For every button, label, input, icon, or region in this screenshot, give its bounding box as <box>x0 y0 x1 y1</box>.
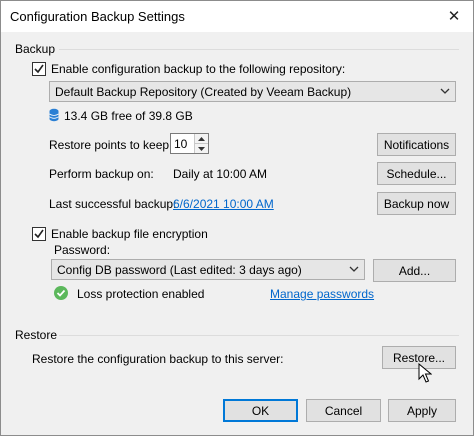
last-backup-label: Last successful backup: <box>49 197 177 211</box>
restore-points-value: 10 <box>174 137 188 151</box>
checkmark-icon <box>34 229 44 239</box>
configuration-backup-dialog: Configuration Backup Settings ✕ Backup E… <box>0 0 474 436</box>
spin-down-icon <box>198 146 205 151</box>
restore-group-divider <box>59 335 459 336</box>
stepper-buttons <box>194 134 208 153</box>
dropdown-arrow-icon <box>440 88 450 94</box>
enable-encryption-label: Enable backup file encryption <box>51 227 208 241</box>
cancel-button[interactable]: Cancel <box>306 399 381 422</box>
repository-selected: Default Backup Repository (Created by Ve… <box>55 85 352 99</box>
backup-now-button[interactable]: Backup now <box>377 192 456 215</box>
restore-points-stepper[interactable]: 10 <box>170 133 209 154</box>
schedule-button[interactable]: Schedule... <box>377 162 456 185</box>
apply-button[interactable]: Apply <box>388 399 456 422</box>
manage-passwords-link[interactable]: Manage passwords <box>270 287 374 301</box>
password-label: Password: <box>54 243 111 257</box>
last-backup-link[interactable]: 6/6/2021 10:00 AM <box>173 197 274 211</box>
window-title: Configuration Backup Settings <box>10 9 185 24</box>
restore-points-label: Restore points to keep: <box>49 138 173 152</box>
success-check-icon <box>54 286 68 300</box>
mouse-cursor-icon <box>418 363 432 383</box>
backup-section-label: Backup <box>15 42 56 56</box>
checkmark-icon <box>34 64 44 74</box>
spin-down-button[interactable] <box>195 144 208 153</box>
spin-up-icon <box>198 136 205 141</box>
add-password-button[interactable]: Add... <box>373 259 456 282</box>
loss-protection-text: Loss protection enabled <box>77 287 205 301</box>
restore-section-label: Restore <box>15 328 58 342</box>
perform-backup-label: Perform backup on: <box>49 167 154 181</box>
close-button[interactable]: ✕ <box>441 4 467 28</box>
perform-backup-value: Daily at 10:00 AM <box>173 167 268 181</box>
close-icon: ✕ <box>447 8 461 25</box>
title-bar: Configuration Backup Settings ✕ <box>1 1 473 32</box>
enable-backup-checkbox[interactable] <box>32 62 46 76</box>
database-icon <box>49 108 59 122</box>
restore-description: Restore the configuration backup to this… <box>32 352 284 366</box>
free-space-text: 13.4 GB free of 39.8 GB <box>64 109 193 123</box>
password-selected: Config DB password (Last edited: 3 days … <box>57 263 302 277</box>
backup-group-divider <box>59 49 459 50</box>
enable-backup-label: Enable configuration backup to the follo… <box>51 62 346 76</box>
dropdown-arrow-icon <box>349 266 359 272</box>
repository-dropdown[interactable]: Default Backup Repository (Created by Ve… <box>49 81 456 102</box>
ok-button[interactable]: OK <box>223 399 298 422</box>
enable-encryption-checkbox[interactable] <box>32 227 46 241</box>
notifications-button[interactable]: Notifications <box>377 133 456 156</box>
spin-up-button[interactable] <box>195 134 208 144</box>
password-dropdown[interactable]: Config DB password (Last edited: 3 days … <box>51 259 365 280</box>
